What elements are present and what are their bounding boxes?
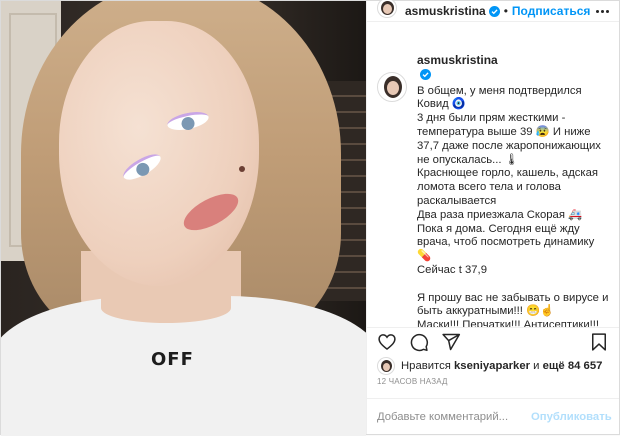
action-bar [367,327,619,355]
header-avatar[interactable] [377,0,397,18]
photo-collar [101,293,231,323]
comment-input[interactable] [377,410,531,423]
liker-username[interactable]: kseniyaparker [454,360,530,372]
photo-eye-left [165,108,211,134]
post-side-panel: asmuskristina • Подписаться asmuskristin… [366,0,619,434]
photo-mole [239,166,245,172]
verified-icon [420,68,431,80]
likes-and: и [533,360,540,372]
caption-paragraph-1: В общем, у меня подтвердился Ковид 🧿 3 д… [417,84,601,276]
caption-avatar[interactable] [377,72,407,102]
post-timestamp[interactable]: 12 ЧАСОВ НАЗАД [367,377,619,391]
instagram-post: OFF asmuskristina • Подписаться asmuskri… [0,0,620,436]
caption-paragraph-2: Я прошу вас не забывать о вирусе и быть … [417,291,609,327]
caption-text: asmuskristina В общем, у меня подтвердил… [417,53,611,327]
more-icon[interactable] [593,2,611,20]
bookmark-icon[interactable] [589,332,609,352]
photo-eye-right [119,149,165,185]
post-photo[interactable]: OFF [1,1,366,436]
photo-face [59,21,259,286]
caption-username[interactable]: asmuskristina [417,53,498,67]
header-separator: • [503,4,508,18]
likes-count[interactable]: ещё 84 657 [543,360,603,372]
caption-area: asmuskristina В общем, у меня подтвердил… [367,22,619,327]
comment-form: Опубликовать [367,398,619,434]
publish-button[interactable]: Опубликовать [531,411,612,423]
liker-avatar[interactable] [377,357,395,375]
verified-icon [488,5,500,17]
heart-icon[interactable] [377,332,397,352]
post-header: asmuskristina • Подписаться [367,0,619,22]
likes-row: Нравится kseniyaparker и ещё 84 657 [367,355,619,377]
share-icon[interactable] [441,332,461,352]
photo-lips [178,186,244,238]
follow-button[interactable]: Подписаться [512,4,590,18]
header-username[interactable]: asmuskristina [405,4,486,18]
shirt-logo-text: OFF [151,349,194,370]
likes-prefix: Нравится [401,360,451,372]
comment-icon[interactable] [409,332,429,352]
